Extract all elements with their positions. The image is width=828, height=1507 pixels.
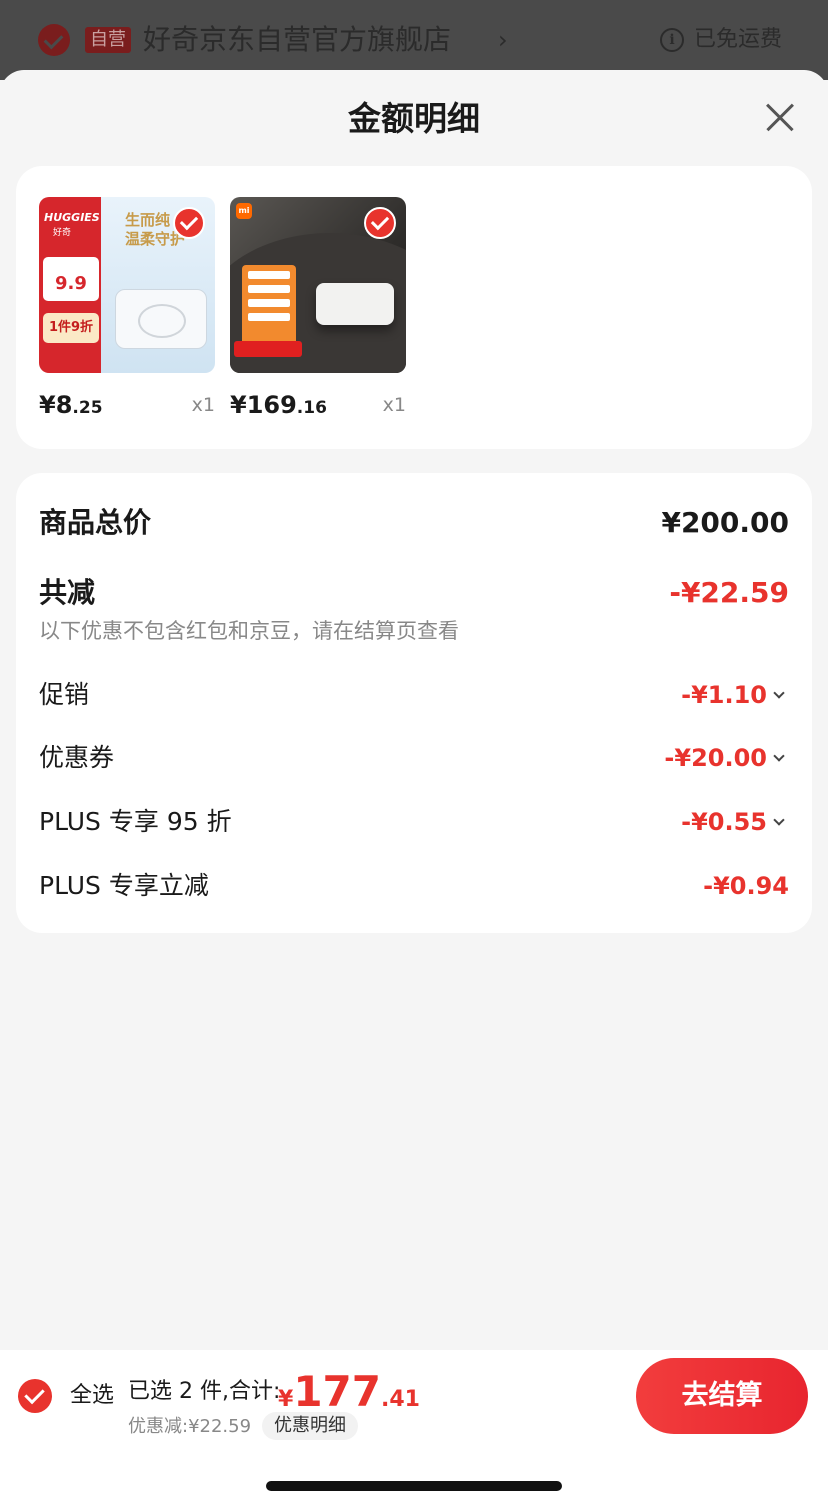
plus-reduce-value: -¥0.94 [703, 872, 789, 900]
reduce-value: -¥22.59 [669, 576, 789, 609]
promo-row[interactable]: 促销 -¥1.10 [39, 673, 789, 717]
product-price: ¥8.25 [39, 391, 103, 419]
plus-discount-label: PLUS 专享 95 折 [39, 807, 232, 836]
selected-count-text: 已选 2 件,合计: [128, 1379, 281, 1404]
info-icon[interactable]: i [660, 28, 684, 52]
wipes-pack [115, 289, 207, 349]
plus-reduce-label: PLUS 专享立减 [39, 871, 209, 900]
product-item[interactable]: HUGGIES 好奇 9.9 1件9折 生而纯 温柔守护 ¥8.25 x1 [39, 197, 215, 425]
store-check-icon[interactable] [38, 24, 70, 56]
products-card: HUGGIES 好奇 9.9 1件9折 生而纯温柔守护 ¥8.25 x1 mi [16, 166, 812, 449]
chevron-down-icon[interactable] [773, 687, 785, 699]
discount-note: 以下优惠不包含红包和京豆，请在结算页查看 [39, 619, 459, 643]
product-image-huggies[interactable]: HUGGIES 好奇 9.9 1件9折 生而纯 温柔守护 [39, 197, 215, 373]
promo-value: -¥1.10 [681, 681, 767, 709]
store-header: 自营 好奇京东自营官方旗舰店 › i 已免运费 [0, 0, 828, 80]
amount-detail-sheet: 金额明细 HUGGIES 好奇 9.9 1件9折 生而纯 温柔守护 ¥8.25 x… [0, 70, 828, 1350]
discount-summary: 优惠减:¥22.59 [128, 1416, 252, 1437]
checkout-button[interactable]: 去结算 [636, 1358, 808, 1434]
plus-reduce-row: PLUS 专享立减 -¥0.94 [39, 864, 789, 908]
router-device [316, 283, 394, 325]
price-summary-card: 商品总价 ¥200.00 共减 -¥22.59 以下优惠不包含红包和京豆，请在结… [16, 473, 812, 933]
home-indicator [266, 1481, 562, 1491]
coupon-row[interactable]: 优惠券 -¥20.00 [39, 736, 789, 780]
select-all-check-icon[interactable] [18, 1379, 52, 1413]
discount-detail-button[interactable]: 优惠明细 [262, 1412, 358, 1440]
coupon-value: -¥20.00 [664, 744, 767, 772]
product-item[interactable]: mi ¥169.16 x1 [230, 197, 406, 425]
chevron-down-icon[interactable] [773, 814, 785, 826]
chevron-right-icon[interactable]: › [498, 20, 508, 60]
huggies-logo: HUGGIES [44, 211, 100, 224]
chevron-down-icon[interactable] [773, 750, 785, 762]
plus-discount-value: -¥0.55 [681, 808, 767, 836]
checkout-bar: 全选 已选 2 件,合计: ¥177.41 优惠减:¥22.59 优惠明细 去结… [0, 1350, 828, 1507]
plus-discount-row[interactable]: PLUS 专享 95 折 -¥0.55 [39, 800, 789, 844]
free-shipping-label: 已免运费 [694, 27, 783, 52]
total-price-label: 商品总价 [39, 506, 152, 539]
mi-logo: mi [236, 203, 252, 219]
product-quantity: x1 [382, 394, 406, 416]
promo-label: 促销 [39, 680, 90, 709]
sheet-title: 金额明细 [348, 99, 480, 138]
close-icon[interactable] [760, 98, 800, 138]
check-icon[interactable] [173, 207, 205, 239]
product-image-router[interactable]: mi [230, 197, 406, 373]
product-price: ¥169.16 [230, 391, 327, 419]
reduce-row: 共减 -¥22.59 [39, 571, 789, 615]
reduce-label: 共减 [39, 576, 96, 609]
total-price-row: 商品总价 ¥200.00 [39, 501, 789, 545]
total-price-value: ¥200.00 [661, 506, 789, 539]
self-operated-tag: 自营 [85, 27, 131, 53]
select-all-label[interactable]: 全选 [70, 1376, 114, 1416]
product-quantity: x1 [191, 394, 215, 416]
coupon-label: 优惠券 [39, 743, 115, 772]
store-name[interactable]: 好奇京东自营官方旗舰店 [143, 20, 451, 60]
check-icon[interactable] [364, 207, 396, 239]
